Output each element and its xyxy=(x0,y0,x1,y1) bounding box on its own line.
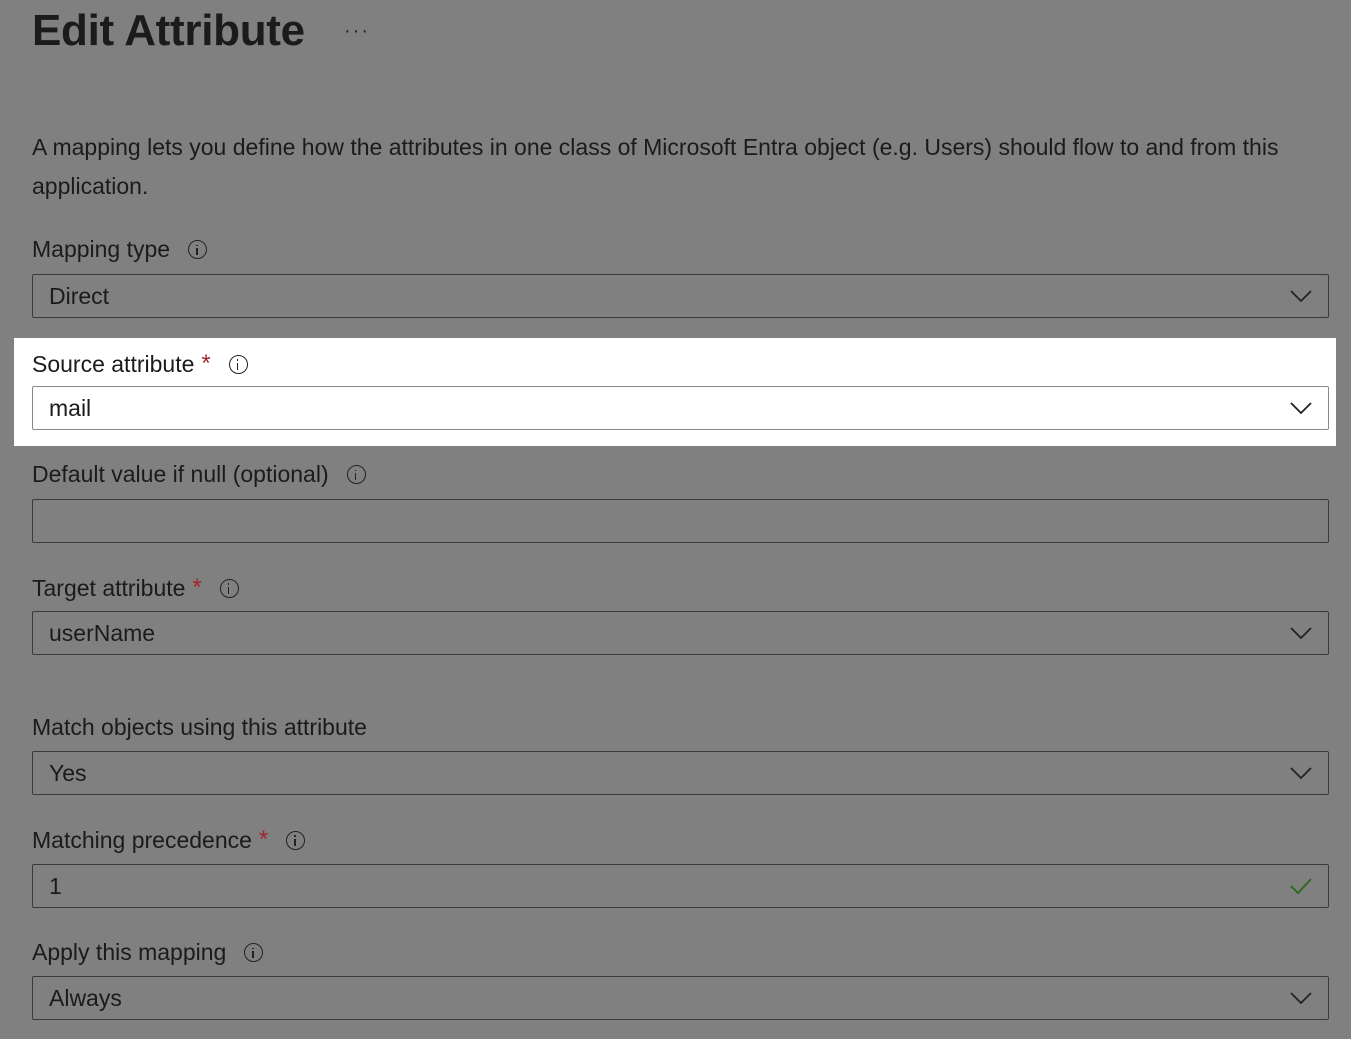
chevron-down-icon xyxy=(1290,402,1312,415)
match-objects-dropdown[interactable]: Yes xyxy=(32,751,1329,795)
match-objects-label: Match objects using this attribute xyxy=(32,714,367,740)
source-attribute-highlight: Source attribute * mail xyxy=(14,338,1336,446)
target-attribute-value: userName xyxy=(49,619,156,646)
more-icon[interactable]: ··· xyxy=(344,20,370,43)
checkmark-icon xyxy=(1290,878,1312,895)
apply-mapping-dropdown[interactable]: Always xyxy=(32,976,1329,1020)
source-attribute-value: mail xyxy=(49,394,92,421)
apply-mapping-value: Always xyxy=(49,984,122,1011)
default-value-input[interactable] xyxy=(32,499,1329,543)
required-marker: * xyxy=(258,826,269,853)
chevron-down-icon xyxy=(1290,290,1312,303)
target-attribute-label-row: Target attribute * xyxy=(32,574,239,602)
apply-mapping-label-row: Apply this mapping xyxy=(32,939,264,966)
default-value-label-row: Default value if null (optional) xyxy=(32,461,366,488)
required-marker: * xyxy=(201,350,211,377)
mapping-type-label: Mapping type xyxy=(32,236,171,262)
default-value-label: Default value if null (optional) xyxy=(32,461,329,487)
target-attribute-label: Target attribute xyxy=(32,574,186,601)
target-attribute-dropdown[interactable]: userName xyxy=(32,611,1329,655)
chevron-down-icon xyxy=(1290,767,1312,780)
info-icon[interactable] xyxy=(346,465,366,484)
matching-precedence-label: Matching precedence xyxy=(32,826,252,853)
mapping-type-value: Direct xyxy=(49,282,110,309)
page-description: A mapping lets you define how the attrib… xyxy=(32,134,1279,199)
source-attribute-dropdown[interactable]: mail xyxy=(32,386,1329,430)
chevron-down-icon xyxy=(1290,627,1312,640)
info-icon[interactable] xyxy=(219,578,239,598)
info-icon[interactable] xyxy=(228,354,248,374)
info-icon[interactable] xyxy=(244,943,264,962)
source-attribute-label: Source attribute xyxy=(32,350,195,377)
matching-precedence-label-row: Matching precedence * xyxy=(32,826,306,854)
matching-precedence-value: 1 xyxy=(49,872,62,899)
apply-mapping-label: Apply this mapping xyxy=(32,939,227,965)
chevron-down-icon xyxy=(1290,992,1312,1005)
source-attribute-label-row: Source attribute * xyxy=(32,350,248,378)
mapping-type-dropdown[interactable]: Direct xyxy=(32,274,1329,318)
matching-precedence-input[interactable]: 1 xyxy=(32,864,1329,908)
required-marker: * xyxy=(192,574,202,601)
info-icon[interactable] xyxy=(286,830,306,850)
page-title: Edit Attribute xyxy=(32,6,305,55)
match-objects-label-row: Match objects using this attribute xyxy=(32,714,367,741)
mapping-type-label-row: Mapping type xyxy=(32,236,208,263)
match-objects-value: Yes xyxy=(49,759,87,786)
info-icon[interactable] xyxy=(188,240,208,259)
